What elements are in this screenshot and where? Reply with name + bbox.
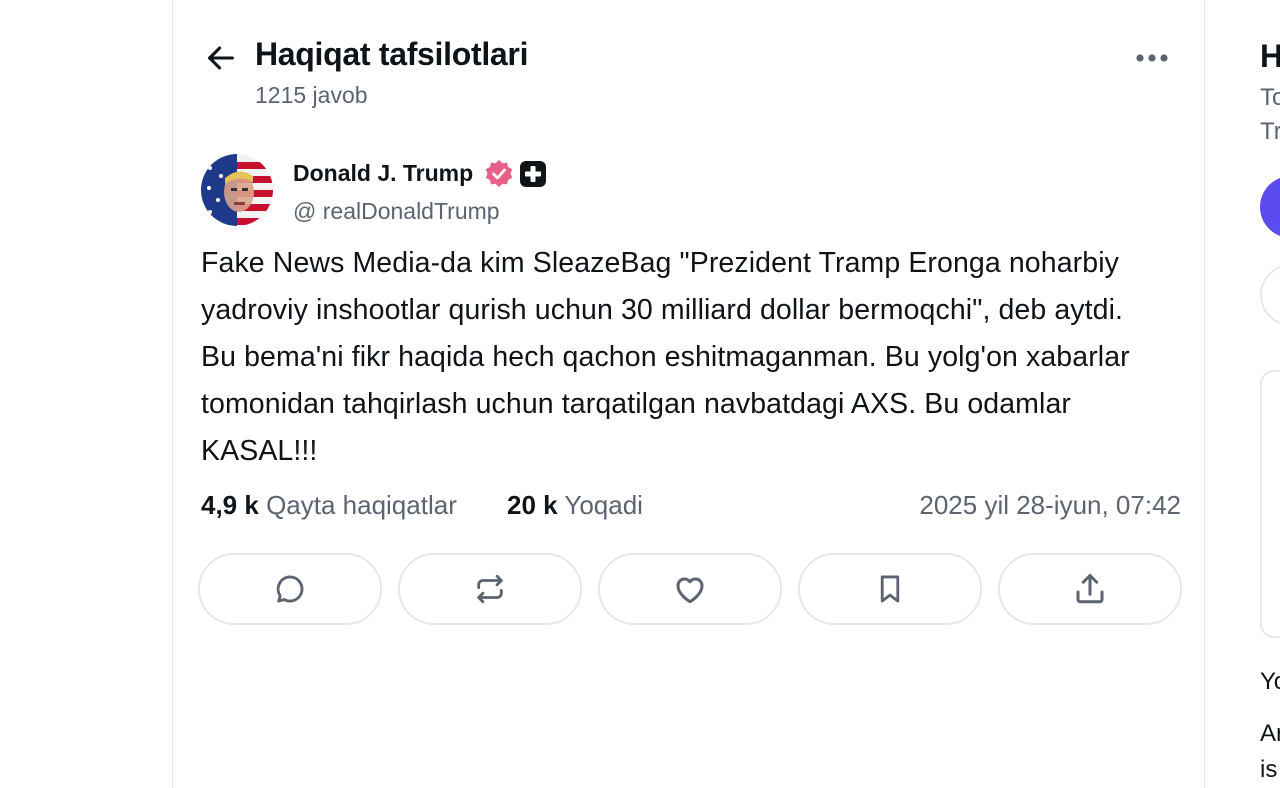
author-handle[interactable]: @ realDonaldTrump <box>293 198 500 225</box>
page-title: Haqiqat tafsilotlari <box>255 36 529 72</box>
share-icon <box>1076 574 1104 604</box>
reply-icon <box>276 575 304 603</box>
sidebar-text-line: To <box>1260 84 1280 111</box>
likes-stat[interactable]: 20 k Yoqadi <box>507 490 643 521</box>
sidebar-footer-text: Ar <box>1260 720 1280 747</box>
bookmark-button[interactable] <box>798 553 982 625</box>
back-button[interactable] <box>201 38 241 78</box>
retruths-stat[interactable]: 4,9 k Qayta haqiqatlar <box>201 490 457 521</box>
bookmark-icon <box>880 575 900 603</box>
likes-label: Yoqadi <box>564 490 643 520</box>
sidebar-title: H <box>1260 38 1280 74</box>
post-timestamp: 2025 yil 28-iyun, 07:42 <box>919 490 1181 520</box>
sidebar-text-line: Tr <box>1260 118 1280 145</box>
post-stats: 4,9 k Qayta haqiqatlar 20 k Yoqadi 2025 … <box>201 490 1181 526</box>
like-button[interactable] <box>598 553 782 625</box>
retruth-icon <box>477 574 503 604</box>
sidebar-primary-button[interactable] <box>1260 176 1280 238</box>
right-sidebar: H To Tr Yo Ar is <box>1205 0 1280 788</box>
sidebar-secondary-button[interactable] <box>1260 264 1280 326</box>
retruths-count: 4,9 k <box>201 490 259 520</box>
author-name[interactable]: Donald J. Trump <box>293 160 473 187</box>
likes-count: 20 k <box>507 490 558 520</box>
avatar[interactable] <box>201 154 273 226</box>
reply-count: 1215 javob <box>255 82 368 108</box>
sidebar-footer-text: Yo <box>1260 668 1280 695</box>
arrow-left-icon <box>208 46 234 70</box>
more-dots-icon <box>1136 54 1168 62</box>
post-author: Donald J. Trump @ realDonaldTrump <box>201 154 801 226</box>
post-text: Fake News Media-da kim SleazeBag "Prezid… <box>201 247 1130 467</box>
retruth-button[interactable] <box>398 553 582 625</box>
more-options-button[interactable] <box>1130 40 1174 76</box>
retruths-label: Qayta haqiqatlar <box>266 490 457 520</box>
plus-subscriber-icon <box>520 161 546 187</box>
verified-badge-icon <box>485 160 513 187</box>
post-actions <box>198 553 1188 627</box>
truth-detail-column: Haqiqat tafsilotlari 1215 javob Donald J… <box>172 0 1205 788</box>
reply-button[interactable] <box>198 553 382 625</box>
sidebar-footer-text: is <box>1260 756 1278 783</box>
avatar-image <box>201 154 273 226</box>
share-button[interactable] <box>998 553 1182 625</box>
heart-icon <box>676 577 704 604</box>
sidebar-card <box>1260 370 1280 638</box>
page-header: Haqiqat tafsilotlari 1215 javob <box>173 30 1204 120</box>
